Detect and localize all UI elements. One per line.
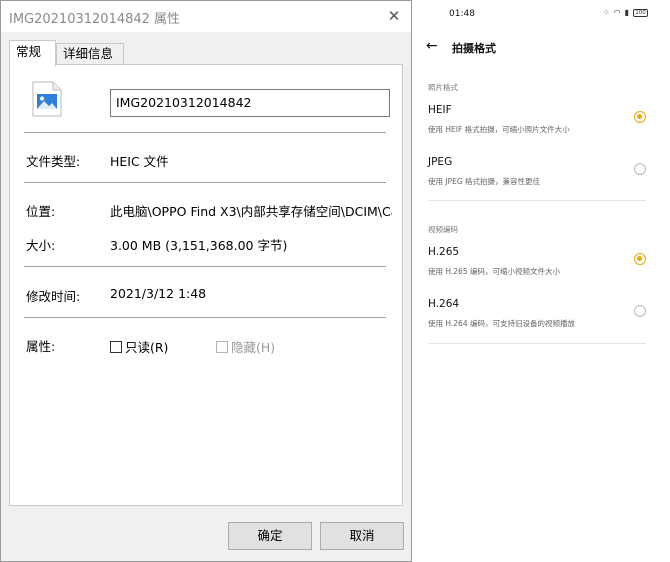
divider — [428, 343, 646, 344]
divider — [24, 266, 386, 267]
divider — [24, 182, 386, 183]
checkbox-box[interactable] — [216, 340, 228, 353]
image-file-icon — [32, 81, 62, 117]
h264-radio[interactable] — [634, 305, 646, 317]
modified-value: 2021/3/12 1:48 — [110, 286, 207, 301]
h265-radio[interactable] — [634, 253, 646, 265]
vibrate-icon: ⁘ — [602, 8, 610, 17]
jpeg-option-desc: 使用 JPEG 格式拍摄，兼容性更佳 — [428, 177, 541, 186]
heif-option-title[interactable]: HEIF — [428, 104, 452, 116]
h264-option-title[interactable]: H.264 — [428, 298, 459, 310]
status-time: 01:48 — [449, 9, 475, 19]
tab-general[interactable]: 常规 — [9, 40, 56, 66]
hidden-label: 隐藏(H) — [231, 340, 276, 355]
battery-icon: 100 — [633, 8, 648, 17]
video-codec-section: 视频编码 — [428, 225, 458, 234]
back-arrow-icon[interactable]: ← — [426, 38, 438, 54]
readonly-label: 只读(R) — [125, 340, 169, 355]
size-label: 大小: — [26, 238, 56, 253]
jpeg-option-title[interactable]: JPEG — [428, 156, 452, 168]
checkbox-box[interactable] — [110, 340, 122, 353]
dialog-title: IMG20210312014842 属性 — [9, 12, 181, 27]
cancel-button[interactable]: 取消 — [320, 522, 404, 550]
page-title: 拍摄格式 — [452, 42, 496, 55]
signal-icon: ▮ — [624, 8, 629, 17]
readonly-checkbox[interactable]: 只读(R) — [110, 337, 168, 356]
ok-button[interactable]: 确定 — [228, 522, 312, 550]
heif-option-desc: 使用 HEIF 格式拍摄，可缩小照片文件大小 — [428, 125, 570, 134]
wifi-icon: ◠ — [613, 8, 621, 17]
size-value: 3.00 MB (3,151,368.00 字节) — [110, 238, 288, 253]
file-type-label: 文件类型: — [26, 154, 81, 169]
h264-option-desc: 使用 H.264 编码，可支持旧设备的视频播放 — [428, 319, 575, 328]
status-icons: ⁘ ◠ ▮ 100 — [603, 8, 648, 17]
h265-option-title[interactable]: H.265 — [428, 246, 459, 258]
divider — [428, 200, 646, 201]
title-bar: IMG20210312014842 属性 ✕ — [1, 1, 411, 32]
general-panel: IMG20210312014842 文件类型: HEIC 文件 位置: 此电脑\… — [9, 64, 403, 506]
hidden-checkbox[interactable]: 隐藏(H) — [216, 337, 275, 356]
photo-format-section: 照片格式 — [428, 83, 458, 92]
heif-radio[interactable] — [634, 111, 646, 123]
attributes-label: 属性: — [26, 339, 56, 354]
modified-label: 修改时间: — [26, 289, 81, 304]
h265-option-desc: 使用 H.265 编码，可缩小视频文件大小 — [428, 267, 560, 276]
file-type-value: HEIC 文件 — [110, 154, 169, 169]
location-value: 此电脑\OPPO Find X3\内部共享存储空间\DCIM\Camera — [110, 204, 392, 219]
jpeg-radio[interactable] — [634, 163, 646, 175]
phone-settings-screen: 01:48 ⁘ ◠ ▮ 100 ← 拍摄格式 照片格式 HEIF 使用 HEIF… — [412, 0, 670, 562]
divider — [24, 132, 386, 133]
properties-dialog: IMG20210312014842 属性 ✕ 常规 详细信息 IMG202103… — [0, 0, 412, 562]
tab-details[interactable]: 详细信息 — [56, 43, 124, 65]
close-icon[interactable]: ✕ — [383, 5, 405, 27]
location-label: 位置: — [26, 204, 56, 219]
divider — [24, 317, 386, 318]
file-name-field[interactable]: IMG20210312014842 — [110, 89, 390, 117]
